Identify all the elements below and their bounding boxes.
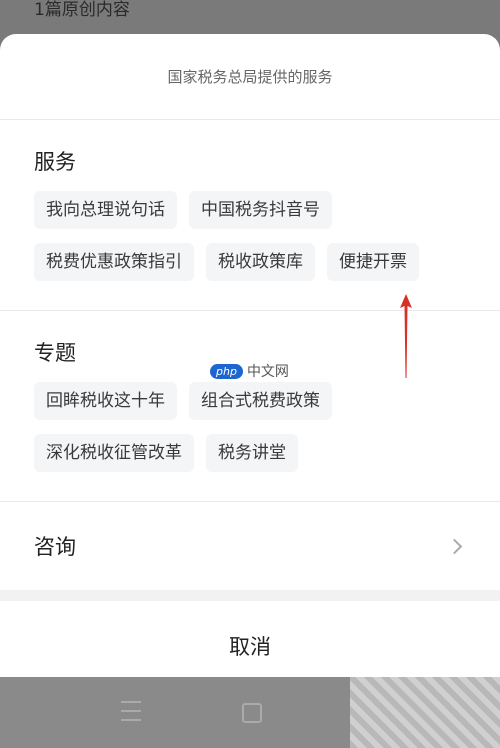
home-icon[interactable] (242, 703, 262, 723)
annotation-arrow (400, 294, 412, 378)
menu-icon[interactable] (121, 701, 141, 728)
chevron-right-icon (446, 538, 463, 554)
cancel-button[interactable]: 取消 (0, 601, 500, 677)
services-title: 服务 (34, 150, 76, 174)
watermark: php 中文网 (210, 361, 289, 381)
watermark-badge: php (210, 363, 243, 379)
service-chip-tax-policy-library[interactable]: 税收政策库 (206, 243, 315, 281)
services-chips: 我向总理说句话 中国税务抖音号 税费优惠政策指引 税收政策库 便捷开票 (34, 191, 466, 295)
service-chip-tax-benefit-guide[interactable]: 税费优惠政策指引 (34, 243, 194, 281)
consult-row[interactable]: 咨询 (0, 502, 500, 601)
topics-chips: 回眸税收这十年 组合式税费政策 深化税收征管改革 税务讲堂 (34, 382, 466, 486)
backdrop-article-text: 1篇原创内容 (34, 0, 130, 20)
topic-chip-combined-tax-policy[interactable]: 组合式税费政策 (189, 382, 332, 420)
services-section: 服务 我向总理说句话 中国税务抖音号 税费优惠政策指引 税收政策库 便捷开票 (0, 120, 500, 311)
topics-section: 专题 回眸税收这十年 组合式税费政策 深化税收征管改革 税务讲堂 (0, 311, 500, 502)
sheet-title: 国家税务总局提供的服务 (0, 34, 500, 120)
service-chip-premier-message[interactable]: 我向总理说句话 (34, 191, 177, 229)
share-bottom-sheet: 国家税务总局提供的服务 服务 我向总理说句话 中国税务抖音号 税费优惠政策指引 … (0, 34, 500, 677)
service-chip-easy-invoicing[interactable]: 便捷开票 (327, 243, 419, 281)
topic-chip-decade-review[interactable]: 回眸税收这十年 (34, 382, 177, 420)
service-chip-tax-douyin[interactable]: 中国税务抖音号 (189, 191, 332, 229)
watermark-text: 中文网 (246, 364, 289, 380)
topic-chip-tax-admin-reform[interactable]: 深化税收征管改革 (34, 434, 194, 472)
system-nav-bar (0, 677, 500, 748)
consult-label: 咨询 (34, 535, 76, 559)
topic-chip-tax-lecture[interactable]: 税务讲堂 (206, 434, 298, 472)
blurred-region (350, 677, 500, 748)
